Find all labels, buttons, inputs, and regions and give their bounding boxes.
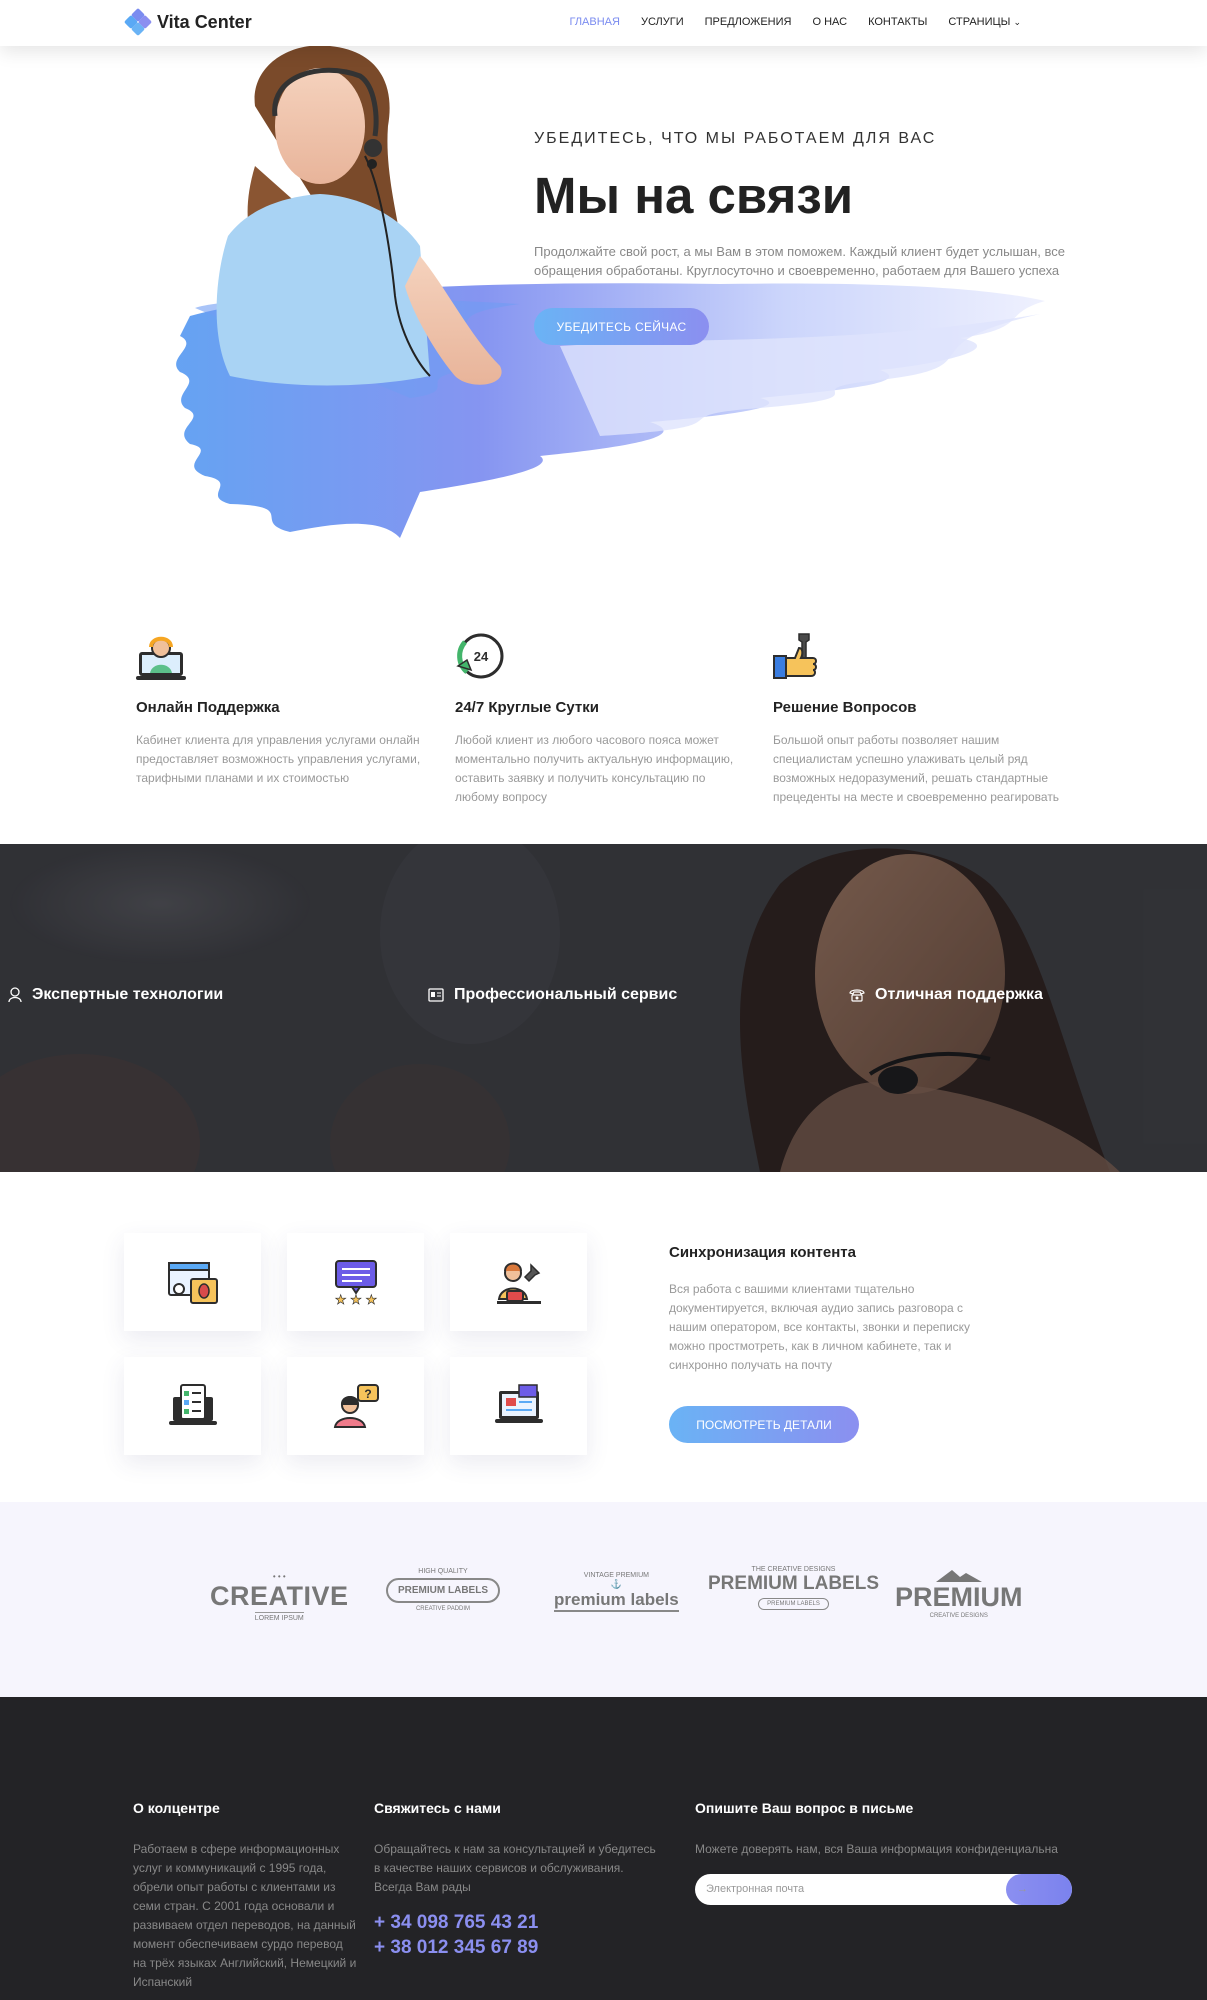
- technician-icon: [496, 1262, 541, 1304]
- document-laptop-icon: [494, 1384, 543, 1423]
- nav-item-home[interactable]: ГЛАВНАЯ: [570, 16, 620, 28]
- logo-main-text: PREMIUM: [895, 1582, 1023, 1612]
- service-tile-question[interactable]: ?: [287, 1357, 424, 1455]
- email-field[interactable]: Электронная почта →: [695, 1874, 1072, 1905]
- sync-text: Вся работа с вашими клиентами тщательно …: [669, 1282, 971, 1372]
- feature-24-7: 24 24/7 Круглые Сутки Любой клиент из лю…: [455, 632, 745, 807]
- footer-about-text: Работаем в сфере информационных услуг и …: [133, 1842, 357, 1989]
- hero-text: Продолжайте свой рост, а мы Вам в этом п…: [534, 244, 1066, 278]
- band-item-expert-tech: Экспертные технологии: [8, 986, 223, 1004]
- hero-section: УБЕДИТЕСЬ, ЧТО МЫ РАБОТАЕМ ДЛЯ ВАС Мы на…: [0, 46, 1207, 566]
- logo-sub-text: CREATIVE DESIGNS: [929, 1613, 988, 1619]
- logo-text: Vita Center: [157, 11, 252, 32]
- band-item-label: Экспертные технологии: [32, 986, 224, 1003]
- logo-top-text: VINTAGE PREMIUM: [583, 1572, 649, 1579]
- feature-issue-resolution: Решение Вопросов Большой опыт работы поз…: [773, 632, 1063, 807]
- feature-title: 24/7 Круглые Сутки: [455, 699, 599, 716]
- svg-text:★ ★ ★: ★ ★ ★: [334, 1292, 376, 1305]
- logo-main-text: PREMIUM LABELS: [386, 1578, 500, 1603]
- logo-sub-text: LOREM IPSUM: [254, 1612, 304, 1622]
- phone-icon: [849, 989, 865, 1002]
- band-item-label: Отличная поддержка: [875, 986, 1043, 1003]
- thumbs-up-wrench-icon: [773, 632, 823, 682]
- view-details-button[interactable]: ПОСМОТРЕТЬ ДЕТАЛИ: [669, 1406, 859, 1443]
- service-tile-rating[interactable]: ★ ★ ★: [287, 1233, 424, 1331]
- logo-top-text: THE CREATIVE DESIGNS: [751, 1566, 836, 1573]
- bug-report-icon: [167, 1262, 218, 1304]
- nav-item-offers[interactable]: ПРЕДЛОЖЕНИЯ: [705, 16, 792, 28]
- band-item-great-support: Отличная поддержка: [849, 986, 1043, 1004]
- feature-text: Любой клиент из любого часового пояса мо…: [455, 733, 734, 804]
- service-tile-technician[interactable]: [450, 1233, 587, 1331]
- logo-main-text: premium labels: [554, 1590, 679, 1612]
- sync-title: Синхронизация контента: [669, 1244, 856, 1261]
- arrow-right-icon: →: [1017, 1883, 1028, 1895]
- footer-mail-text: Можете доверять нам, вся Ваша информация…: [695, 1842, 1058, 1856]
- band-item-professional-service: Профессиональный сервис: [428, 986, 677, 1004]
- logo-diamond-icon: [123, 7, 153, 37]
- nav-item-pages-label: СТРАНИЦЫ: [948, 16, 1011, 28]
- service-tile-checklist[interactable]: [124, 1357, 261, 1455]
- footer-phone-1[interactable]: + 34 098 765 43 21: [374, 1912, 538, 1934]
- mountain-icon: [935, 1570, 982, 1582]
- footer-about-title: О колцентре: [133, 1800, 220, 1816]
- partner-logo-creative[interactable]: • • • CREATIVE LOREM IPSUM: [210, 1572, 349, 1622]
- partner-logo-premium-labels-3[interactable]: THE CREATIVE DESIGNS PREMIUM LABELS PREM…: [708, 1566, 879, 1610]
- footer-phone-2[interactable]: + 38 012 345 67 89: [374, 1937, 538, 1959]
- feature-online-support: Онлайн Поддержка Кабинет клиента для упр…: [136, 632, 426, 788]
- checklist-laptop-icon: [168, 1384, 217, 1425]
- logo-sub-text: PREMIUM LABELS: [758, 1598, 829, 1610]
- nav-item-about[interactable]: О НАС: [812, 16, 847, 28]
- hero-eyebrow: УБЕДИТЕСЬ, ЧТО МЫ РАБОТАЕМ ДЛЯ ВАС: [534, 130, 937, 147]
- footer-contact-title: Свяжитесь с нами: [374, 1800, 501, 1816]
- band-item-label: Профессиональный сервис: [454, 986, 678, 1003]
- service-tile-document[interactable]: [450, 1357, 587, 1455]
- call-center-background-image: [0, 844, 1207, 1172]
- logo-main-text: CREATIVE: [210, 1581, 349, 1611]
- question-agent-icon: ?: [333, 1384, 379, 1428]
- feature-text: Кабинет клиента для управления услугами …: [136, 733, 421, 785]
- feature-text: Большой опыт работы позволяет нашим спец…: [773, 733, 1060, 804]
- nav-item-services[interactable]: УСЛУГИ: [641, 16, 684, 28]
- chevron-down-icon: ⌄: [1013, 17, 1021, 27]
- service-tile-bug-report[interactable]: [124, 1233, 261, 1331]
- top-navbar: Vita Center ГЛАВНАЯ УСЛУГИ ПРЕДЛОЖЕНИЯ О…: [0, 0, 1207, 46]
- email-submit-button[interactable]: →: [1006, 1874, 1072, 1905]
- partner-logo-premium-labels-1[interactable]: HIGH QUALITY PREMIUM LABELS CREATIVE PAD…: [386, 1568, 500, 1612]
- site-logo[interactable]: Vita Center: [123, 7, 252, 37]
- clock-24-icon: 24: [455, 632, 505, 682]
- feature-title: Онлайн Поддержка: [136, 699, 280, 716]
- call-center-photo-band: Экспертные технологии Профессиональный с…: [0, 844, 1207, 1172]
- partner-logos-strip: • • • CREATIVE LOREM IPSUM HIGH QUALITY …: [0, 1502, 1207, 1697]
- anchor-icon: ⚓: [610, 1579, 622, 1589]
- user-icon: [8, 987, 22, 1003]
- logo-top-text: HIGH QUALITY: [418, 1568, 468, 1575]
- svg-text:?: ?: [364, 1387, 371, 1401]
- logo-main-text: PREMIUM LABELS: [708, 1573, 879, 1594]
- partner-logo-premium[interactable]: PREMIUM CREATIVE DESIGNS: [895, 1568, 1023, 1619]
- hero-cta-button[interactable]: УБЕДИТЕСЬ СЕЙЧАС: [534, 308, 709, 345]
- email-field-placeholder: Электронная почта: [706, 1883, 805, 1895]
- id-card-icon: [428, 988, 444, 1002]
- support-agent-icon: [136, 632, 186, 682]
- footer-mail-title: Опишите Ваш вопрос в письме: [695, 1800, 914, 1816]
- hero-title: Мы на связи: [534, 167, 854, 224]
- footer-contact-text: Обращайтесь к нам за консультацией и убе…: [374, 1842, 656, 1894]
- partner-logo-premium-labels-2[interactable]: VINTAGE PREMIUM ⚓ premium labels: [554, 1572, 679, 1612]
- nav-item-contacts[interactable]: КОНТАКТЫ: [868, 16, 927, 28]
- feature-title: Решение Вопросов: [773, 699, 917, 716]
- logo-dot-icon: • • •: [272, 1572, 286, 1581]
- rating-stars-icon: ★ ★ ★: [334, 1260, 377, 1305]
- main-menu: ГЛАВНАЯ УСЛУГИ ПРЕДЛОЖЕНИЯ О НАС КОНТАКТ…: [570, 16, 1022, 28]
- nav-item-pages[interactable]: СТРАНИЦЫ ⌄: [948, 16, 1021, 28]
- logo-sub-text: CREATIVE PADDIM: [415, 1606, 471, 1612]
- paint-brush-stroke-image: [176, 46, 1046, 538]
- clock-24-label: 24: [474, 649, 489, 664]
